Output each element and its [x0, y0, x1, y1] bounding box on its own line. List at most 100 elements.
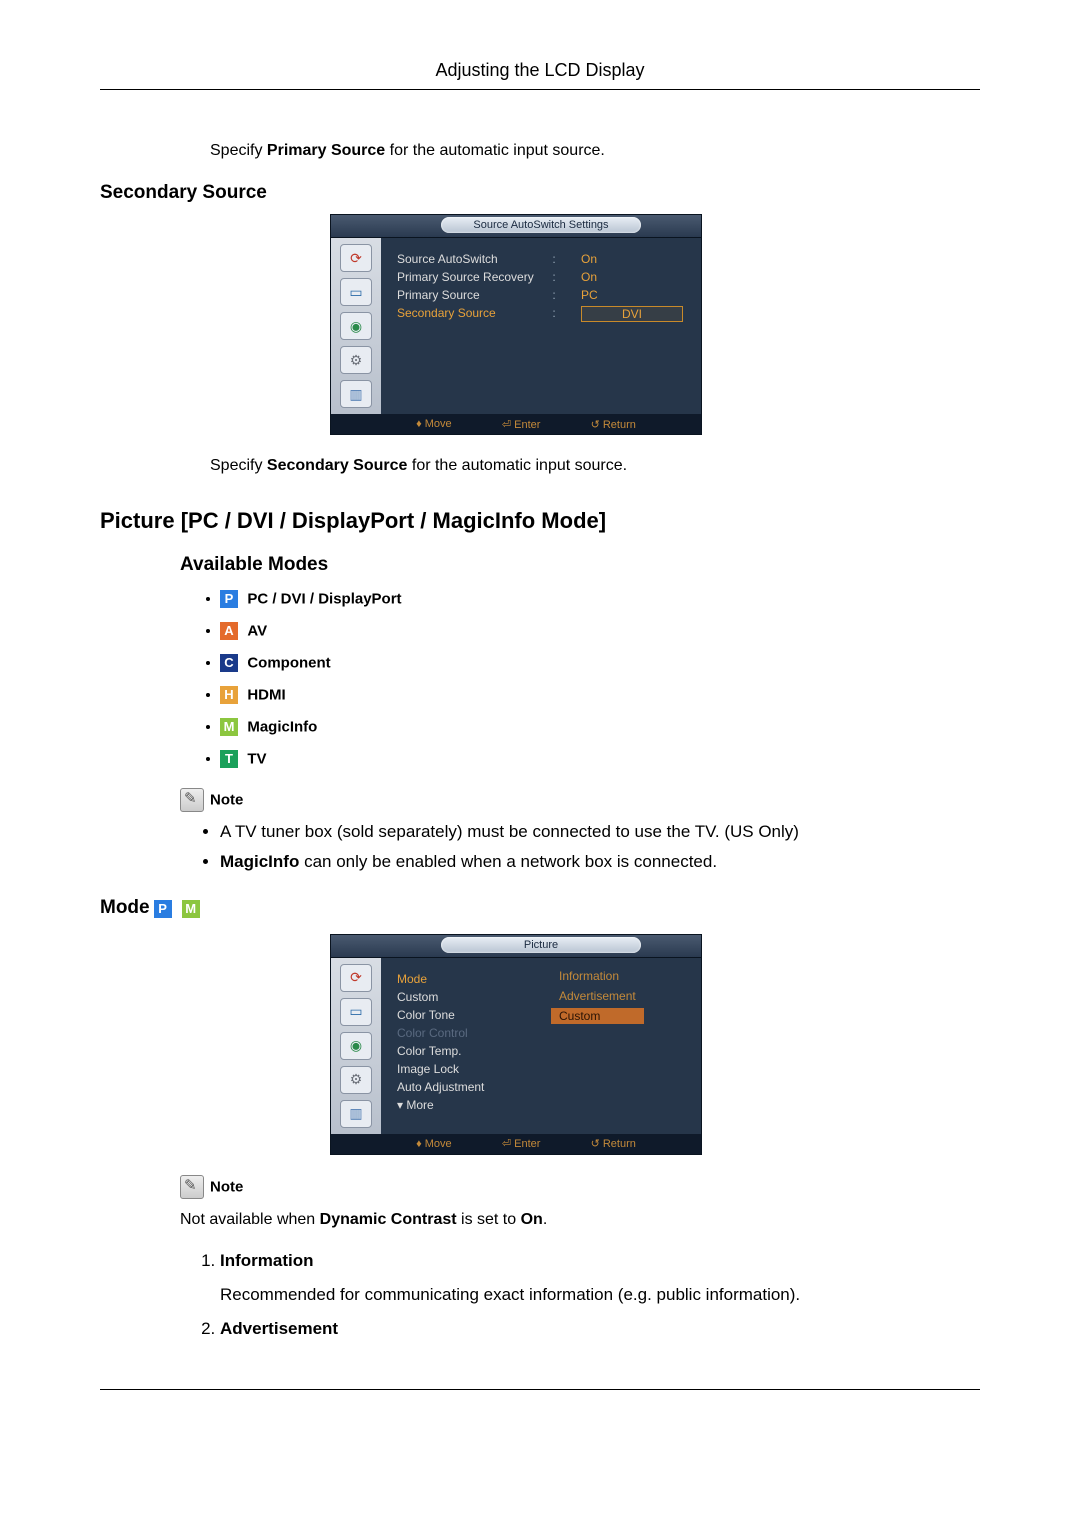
colon: : — [547, 288, 561, 302]
label: Move — [425, 1138, 452, 1150]
osd-key: Primary Source Recovery — [397, 270, 547, 284]
text: for the automatic input source. — [407, 457, 627, 474]
osd-row: Primary Source:PC — [397, 288, 689, 302]
colon: : — [547, 306, 561, 322]
mode-item: T TV — [220, 750, 980, 768]
text-bold: On — [521, 1211, 543, 1228]
osd-key: Custom — [397, 990, 517, 1004]
text: A TV tuner box (sold separately) must be… — [220, 822, 799, 841]
osd-row: Image Lock — [397, 1062, 689, 1076]
text-bold: Dynamic Contrast — [320, 1211, 457, 1228]
osd-key: Auto Adjustment — [397, 1080, 517, 1094]
list-item: Advertisement — [220, 1319, 980, 1339]
note-item: A TV tuner box (sold separately) must be… — [220, 822, 980, 842]
osd-nav-icon: ⟳ — [340, 244, 372, 272]
label: Enter — [514, 1138, 540, 1150]
note-list: A TV tuner box (sold separately) must be… — [180, 822, 980, 872]
list-item: Information Recommended for communicatin… — [220, 1251, 980, 1305]
osd-sidebar: ⟳ ▭ ◉ ⚙ ▥ — [331, 958, 381, 1134]
footer-rule — [100, 1389, 980, 1390]
note-label: Note — [210, 1178, 243, 1195]
mode-label: PC / DVI / DisplayPort — [247, 590, 401, 607]
mode-label: AV — [247, 622, 267, 639]
osd-key: Color Temp. — [397, 1044, 517, 1058]
osd-key: Color Tone — [397, 1008, 517, 1022]
text: is set to — [457, 1211, 521, 1228]
osd-nav-icon: ▥ — [340, 1100, 372, 1128]
osd-footer: ♦ Move ⏎ Enter ↺ Return — [331, 1134, 701, 1154]
badge-t-icon: T — [220, 750, 238, 768]
secondary-source-desc: Specify Secondary Source for the automat… — [180, 455, 980, 477]
mode-item: C Component — [220, 654, 980, 672]
mode-heading-text: Mode — [100, 897, 150, 918]
note-item: MagicInfo can only be enabled when a net… — [220, 852, 980, 872]
label: Return — [603, 1138, 636, 1150]
mode-options-list: Information Recommended for communicatin… — [180, 1251, 980, 1339]
colon: : — [547, 270, 561, 284]
available-modes-heading: Available Modes — [180, 554, 980, 576]
osd-title: Source AutoSwitch Settings — [441, 217, 641, 233]
page-header: Adjusting the LCD Display — [100, 60, 980, 90]
text-bold: MagicInfo — [220, 852, 299, 871]
osd-key: Image Lock — [397, 1062, 517, 1076]
osd-hint-enter: ⏎ Enter — [502, 418, 541, 431]
osd-main: Mode Custom Color Tone Color Control Col… — [381, 958, 701, 1134]
text-bold: Primary Source — [267, 142, 385, 159]
osd-hint-return: ↺ Return — [591, 1137, 636, 1150]
text: for the automatic input source. — [385, 142, 605, 159]
note-icon — [180, 788, 204, 812]
osd-footer: ♦ Move ⏎ Enter ↺ Return — [331, 414, 701, 434]
osd-row: Color Tone — [397, 1008, 689, 1022]
osd-row: ▾ More — [397, 1098, 689, 1112]
badge-p-icon: P — [154, 900, 172, 918]
badge-a-icon: A — [220, 622, 238, 640]
osd-option-selected: Custom — [551, 1008, 644, 1024]
osd-key: Mode — [397, 972, 517, 986]
osd-hint-move: ♦ Move — [416, 418, 452, 430]
osd-nav-icon: ▭ — [340, 278, 372, 306]
osd-option: Information — [551, 968, 644, 984]
osd-row: Color Control — [397, 1026, 689, 1040]
mode-label: TV — [247, 750, 266, 767]
osd-row: Color Temp. — [397, 1044, 689, 1058]
osd-hint-enter: ⏎ Enter — [502, 1137, 541, 1150]
osd-option: Advertisement — [551, 988, 644, 1004]
note-heading: Note — [180, 1175, 980, 1199]
note-text: Not available when Dynamic Contrast is s… — [180, 1209, 980, 1231]
note-icon — [180, 1175, 204, 1199]
mode-label: Component — [247, 654, 330, 671]
item-title: Advertisement — [220, 1319, 338, 1338]
osd-picture: Picture ⟳ ▭ ◉ ⚙ ▥ Mode Custom Color Tone… — [330, 934, 702, 1155]
osd-key: Source AutoSwitch — [397, 252, 547, 266]
badge-p-icon: P — [220, 590, 238, 608]
osd-val: PC — [561, 288, 689, 302]
mode-item: M MagicInfo — [220, 718, 980, 736]
osd-mode-options: Information Advertisement Custom — [551, 968, 644, 1024]
badge-m-icon: M — [182, 900, 200, 918]
text-bold: Secondary Source — [267, 457, 408, 474]
osd-val: DVI — [561, 306, 689, 322]
text: Not available when — [180, 1211, 320, 1228]
secondary-source-heading: Secondary Source — [100, 182, 980, 204]
osd-key: Color Control — [397, 1026, 517, 1040]
mode-item: P PC / DVI / DisplayPort — [220, 590, 980, 608]
primary-source-desc: Specify Primary Source for the automatic… — [180, 140, 980, 162]
badge-c-icon: C — [220, 654, 238, 672]
osd-titlebar: Picture — [331, 935, 701, 958]
osd-row-selected: Secondary Source:DVI — [397, 306, 689, 322]
osd-row: Source AutoSwitch:On — [397, 252, 689, 266]
badge-h-icon: H — [220, 686, 238, 704]
osd-main: Source AutoSwitch:On Primary Source Reco… — [381, 238, 701, 414]
label: Enter — [514, 419, 540, 431]
osd-row: Mode — [397, 972, 689, 986]
note-label: Note — [210, 791, 243, 808]
osd-val: On — [561, 270, 689, 284]
osd-nav-icon: ⚙ — [340, 346, 372, 374]
osd-key: Secondary Source — [397, 306, 547, 322]
osd-nav-icon: ⚙ — [340, 1066, 372, 1094]
mode-item: A AV — [220, 622, 980, 640]
text: . — [543, 1211, 547, 1228]
mode-label: HDMI — [247, 686, 285, 703]
osd-key: Primary Source — [397, 288, 547, 302]
osd-row: Auto Adjustment — [397, 1080, 689, 1094]
